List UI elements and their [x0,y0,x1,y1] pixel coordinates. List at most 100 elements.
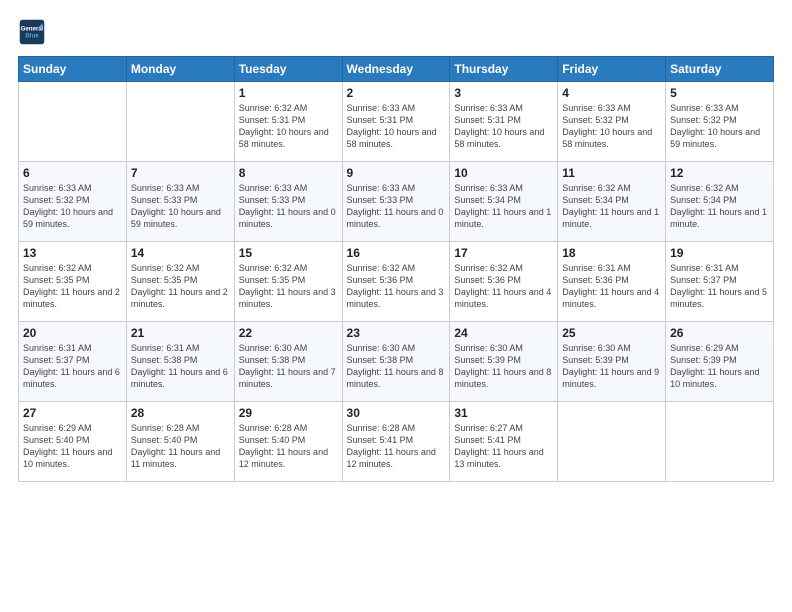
calendar-cell: 14Sunrise: 6:32 AMSunset: 5:35 PMDayligh… [126,242,234,322]
day-info: Sunrise: 6:33 AM [454,182,553,194]
calendar-cell: 31Sunrise: 6:27 AMSunset: 5:41 PMDayligh… [450,402,558,482]
day-info: Sunrise: 6:28 AM [131,422,230,434]
day-info: Sunrise: 6:30 AM [347,342,446,354]
day-info: Sunset: 5:39 PM [454,354,553,366]
day-number: 17 [454,246,553,260]
day-info: Sunset: 5:41 PM [454,434,553,446]
calendar-cell: 3Sunrise: 6:33 AMSunset: 5:31 PMDaylight… [450,82,558,162]
day-info: Daylight: 10 hours and 59 minutes. [131,206,230,230]
calendar-cell: 18Sunrise: 6:31 AMSunset: 5:36 PMDayligh… [558,242,666,322]
calendar-cell: 21Sunrise: 6:31 AMSunset: 5:38 PMDayligh… [126,322,234,402]
day-info: Daylight: 11 hours and 1 minute. [562,206,661,230]
day-info: Daylight: 10 hours and 58 minutes. [454,126,553,150]
day-info: Sunset: 5:35 PM [239,274,338,286]
day-number: 31 [454,406,553,420]
day-info: Daylight: 11 hours and 12 minutes. [239,446,338,470]
calendar-cell: 12Sunrise: 6:32 AMSunset: 5:34 PMDayligh… [666,162,774,242]
calendar-cell: 15 Sunrise: 6:32 AMSunset: 5:35 PMDayligh… [234,242,342,322]
calendar-cell: 2Sunrise: 6:33 AMSunset: 5:31 PMDaylight… [342,82,450,162]
day-number: 21 [131,326,230,340]
day-info: Daylight: 10 hours and 59 minutes. [670,126,769,150]
day-number: 14 [131,246,230,260]
day-info: Sunset: 5:34 PM [670,194,769,206]
day-info: Daylight: 11 hours and 7 minutes. [239,366,338,390]
day-number: 11 [562,166,661,180]
day-number: 20 [23,326,122,340]
day-info: Sunset: 5:40 PM [23,434,122,446]
logo: General Blue [18,18,50,46]
day-number: 22 [239,326,338,340]
day-info: Sunrise: 6:33 AM [239,182,338,194]
day-number: 2 [347,86,446,100]
calendar-cell [126,82,234,162]
day-info: Sunrise: 6:31 AM [670,262,769,274]
day-info: Sunrise: 6:33 AM [23,182,122,194]
day-info: Daylight: 11 hours and 12 minutes. [347,446,446,470]
day-info: Sunrise: 6:32 AM [131,262,230,274]
day-info: Daylight: 10 hours and 58 minutes. [347,126,446,150]
day-number: 16 [347,246,446,260]
day-info: Sunset: 5:34 PM [562,194,661,206]
day-info: Sunrise: 6:31 AM [131,342,230,354]
day-info: Sunrise: 6:29 AM [23,422,122,434]
day-info: Sunset: 5:38 PM [347,354,446,366]
calendar-cell [19,82,127,162]
day-info: Sunrise: 6:29 AM [670,342,769,354]
calendar-cell: 20Sunrise: 6:31 AMSunset: 5:37 PMDayligh… [19,322,127,402]
calendar-cell: 17Sunrise: 6:32 AMSunset: 5:36 PMDayligh… [450,242,558,322]
day-info: Daylight: 11 hours and 3 minutes. [239,286,338,310]
day-info: Daylight: 11 hours and 10 minutes. [23,446,122,470]
calendar-cell: 26Sunrise: 6:29 AMSunset: 5:39 PMDayligh… [666,322,774,402]
day-number: 25 [562,326,661,340]
day-info: Daylight: 10 hours and 58 minutes. [239,126,338,150]
day-info: Sunset: 5:38 PM [239,354,338,366]
calendar-cell [558,402,666,482]
day-info: Sunrise: 6:33 AM [562,102,661,114]
day-info: Sunset: 5:40 PM [131,434,230,446]
day-info: Sunrise: 6:32 AM [239,262,338,274]
day-info: Sunrise: 6:30 AM [239,342,338,354]
weekday-header-wednesday: Wednesday [342,57,450,82]
day-info: Sunrise: 6:28 AM [239,422,338,434]
day-info: Daylight: 11 hours and 2 minutes. [131,286,230,310]
calendar-cell: 1Sunrise: 6:32 AMSunset: 5:31 PMDaylight… [234,82,342,162]
day-info: Sunrise: 6:31 AM [23,342,122,354]
calendar-cell: 11Sunrise: 6:32 AMSunset: 5:34 PMDayligh… [558,162,666,242]
day-info: Sunrise: 6:33 AM [347,182,446,194]
day-number: 26 [670,326,769,340]
day-number: 15 [239,246,338,260]
day-info: Daylight: 11 hours and 9 minutes. [562,366,661,390]
day-info: Daylight: 11 hours and 1 minute. [454,206,553,230]
calendar-cell [666,402,774,482]
day-number: 4 [562,86,661,100]
calendar-cell: 5Sunrise: 6:33 AMSunset: 5:32 PMDaylight… [666,82,774,162]
day-number: 5 [670,86,769,100]
day-info: Daylight: 11 hours and 11 minutes. [131,446,230,470]
calendar: SundayMondayTuesdayWednesdayThursdayFrid… [18,56,774,482]
calendar-cell: 19Sunrise: 6:31 AMSunset: 5:37 PMDayligh… [666,242,774,322]
day-info: Daylight: 10 hours and 59 minutes. [23,206,122,230]
day-info: Sunset: 5:36 PM [562,274,661,286]
day-info: Daylight: 11 hours and 8 minutes. [454,366,553,390]
weekday-header-thursday: Thursday [450,57,558,82]
day-info: Sunset: 5:41 PM [347,434,446,446]
day-info: Sunset: 5:33 PM [239,194,338,206]
weekday-header-sunday: Sunday [19,57,127,82]
day-number: 8 [239,166,338,180]
day-info: Daylight: 11 hours and 8 minutes. [347,366,446,390]
day-info: Sunset: 5:40 PM [239,434,338,446]
day-info: Daylight: 10 hours and 58 minutes. [562,126,661,150]
logo-icon: General Blue [18,18,46,46]
day-info: Sunrise: 6:32 AM [239,102,338,114]
day-info: Sunrise: 6:32 AM [23,262,122,274]
day-number: 9 [347,166,446,180]
calendar-cell: 6Sunrise: 6:33 AMSunset: 5:32 PMDaylight… [19,162,127,242]
day-info: Sunrise: 6:33 AM [347,102,446,114]
day-info: Daylight: 11 hours and 13 minutes. [454,446,553,470]
day-info: Sunset: 5:36 PM [347,274,446,286]
calendar-cell: 8Sunrise: 6:33 AMSunset: 5:33 PMDaylight… [234,162,342,242]
day-number: 19 [670,246,769,260]
calendar-cell: 16Sunrise: 6:32 AMSunset: 5:36 PMDayligh… [342,242,450,322]
day-info: Sunset: 5:32 PM [670,114,769,126]
day-info: Sunset: 5:38 PM [131,354,230,366]
